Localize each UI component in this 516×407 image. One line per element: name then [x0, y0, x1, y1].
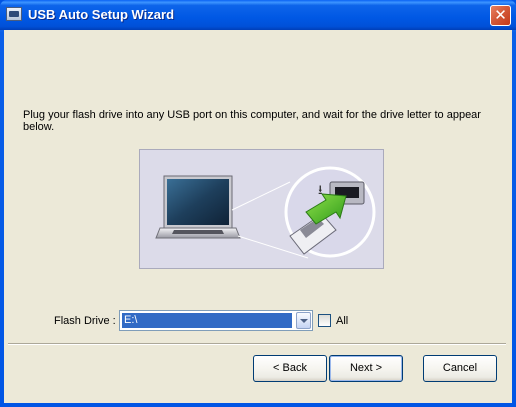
- next-button[interactable]: Next >: [329, 355, 403, 382]
- back-button[interactable]: < Back: [253, 355, 327, 382]
- usb-illustration-graphic: ⭳: [155, 166, 376, 259]
- all-checkbox[interactable]: [318, 314, 331, 327]
- usb-illustration: ⭳: [139, 149, 384, 269]
- svg-text:⭳: ⭳: [318, 183, 323, 198]
- window-title: USB Auto Setup Wizard: [28, 7, 175, 22]
- wizard-body: Plug your flash drive into any USB port …: [4, 30, 512, 403]
- chevron-down-icon[interactable]: [296, 312, 311, 329]
- instruction-text: Plug your flash drive into any USB port …: [23, 109, 481, 133]
- wizard-window: USB Auto Setup Wizard ✕ Plug your flash …: [0, 0, 516, 407]
- cancel-button[interactable]: Cancel: [423, 355, 497, 382]
- title-bar[interactable]: USB Auto Setup Wizard ✕: [0, 0, 516, 30]
- app-icon: [6, 7, 22, 21]
- flash-drive-select[interactable]: E:\: [119, 310, 313, 331]
- flash-drive-value: E:\: [122, 313, 292, 328]
- close-button[interactable]: ✕: [490, 5, 511, 26]
- flash-drive-label: Flash Drive :: [54, 315, 116, 327]
- all-checkbox-label[interactable]: All: [336, 315, 348, 327]
- divider: [8, 343, 506, 345]
- laptop-icon: [155, 175, 241, 239]
